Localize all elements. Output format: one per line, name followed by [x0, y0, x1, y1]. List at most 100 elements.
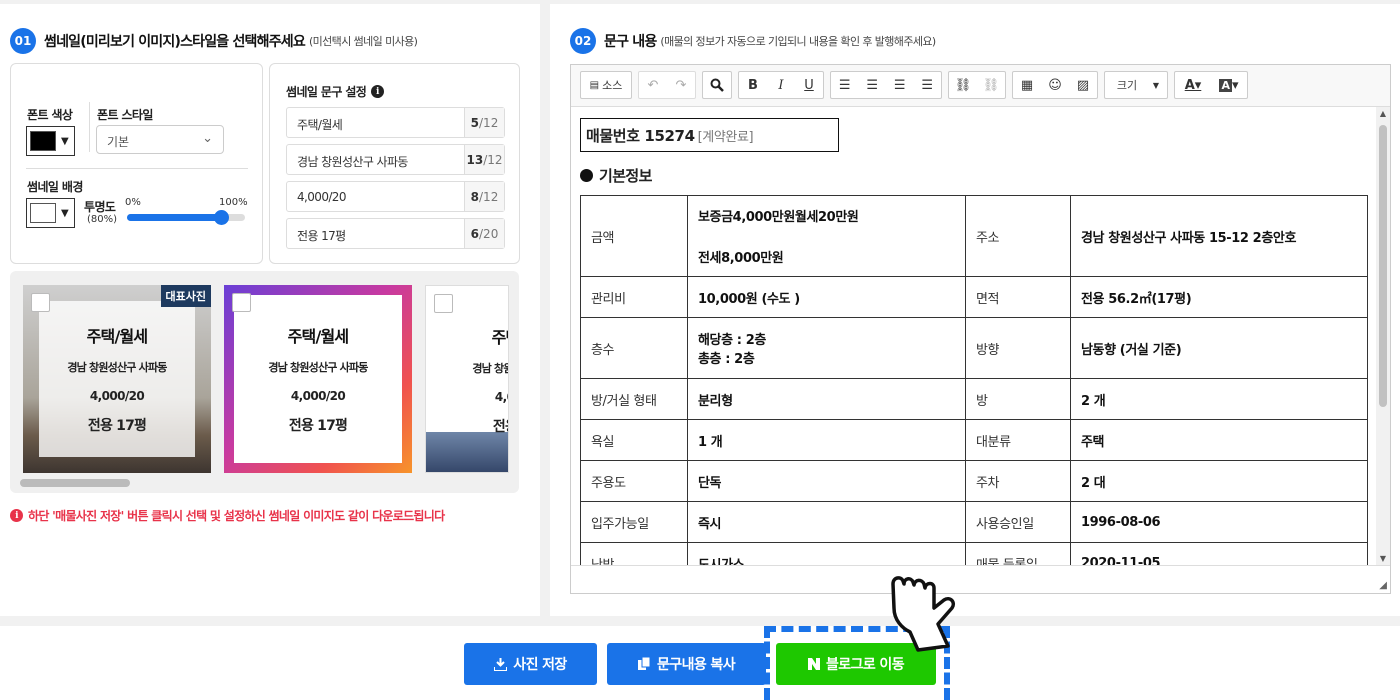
step2-note: (매물의 정보가 자동으로 기입되니 내용을 확인 후 발행해주세요)	[660, 35, 936, 48]
download-notice: i 하단 '매물사진 저장' 버튼 클릭시 선택 및 설정하신 썸네일 이미지도…	[10, 507, 445, 524]
scroll-down-icon[interactable]: ▼	[1376, 554, 1390, 563]
thumbnail-card-city[interactable]: 주택/월세 경남 창원성산구 사파동 4,000/20 전용 17평	[425, 285, 509, 473]
bullet-icon	[580, 169, 593, 182]
table-value: 10,000원 (수도 )	[687, 276, 966, 318]
divider	[26, 168, 248, 169]
notice-text: 하단 '매물사진 저장' 버튼 클릭시 선택 및 설정하신 썸네일 이미지도 같…	[28, 509, 445, 523]
align-group: ☰ ☰ ☰ ☰	[830, 71, 942, 99]
table-key: 입주가능일	[580, 501, 688, 543]
table-value: 해당층 : 2층 총층 : 2층	[687, 317, 966, 379]
opacity-slider-fill	[127, 214, 222, 221]
font-size-select[interactable]: 크기 ▼	[1104, 71, 1168, 99]
table-value: 전용 56.2㎡(17평)	[1070, 276, 1368, 318]
emoji-icon[interactable]: ☺	[1041, 72, 1069, 98]
font-color-picker[interactable]: ▼	[26, 126, 75, 156]
find-button[interactable]	[702, 71, 732, 99]
link-icon[interactable]: ⛓	[949, 72, 977, 98]
text-input[interactable]: 전용 17평	[287, 219, 464, 248]
caret-down-icon: ▼	[61, 135, 69, 147]
table-value: 남동향 (거실 기준)	[1070, 317, 1368, 379]
thumbnail-card-gradient[interactable]: 주택/월세 경남 창원성산구 사파동 4,000/20 전용 17평	[224, 285, 412, 473]
thumbnail-checkbox[interactable]	[232, 293, 251, 312]
editor-scrollbar[interactable]: ▲ ▼	[1376, 107, 1390, 565]
resize-handle-icon[interactable]: ◢	[1379, 580, 1387, 591]
underline-icon[interactable]: U	[795, 72, 823, 98]
text-row-2[interactable]: 경남 창원성산구 사파동 13/12	[286, 144, 505, 175]
text-settings-box: 썸네일 문구 설정 i 주택/월세 5/12 경남 창원성산구 사파동 13/1…	[269, 63, 520, 264]
thumb-area: 전용 17평	[288, 418, 348, 434]
thumbnail-text-overlay: 주택/월세 경남 창원성산구 사파동 4,000/20 전용 17평	[234, 295, 402, 463]
table-key: 난방	[580, 542, 688, 565]
link-group: ⛓ ⛓	[948, 71, 1006, 99]
info-icon[interactable]: i	[371, 85, 385, 98]
editor-content[interactable]: 매물번호 15274 [계약완료] 기본정보 금액 보증금4,000만원월세20만…	[571, 107, 1376, 565]
text-row-1[interactable]: 주택/월세 5/12	[286, 107, 505, 138]
divider	[89, 102, 90, 152]
table-value: 분리형	[687, 378, 966, 420]
editor-statusbar: ◢	[571, 565, 1390, 593]
table-key: 면적	[965, 276, 1071, 318]
thumbnail-carousel[interactable]: 대표사진 주택/월세 경남 창원성산구 사파동 4,000/20 전용 17평 …	[10, 271, 519, 493]
table-value: 1 개	[687, 419, 966, 461]
align-justify-icon[interactable]: ☰	[914, 72, 942, 98]
unlink-icon[interactable]: ⛓	[977, 72, 1005, 98]
background-color-icon[interactable]: A ▾	[1211, 72, 1247, 98]
chevron-down-icon: ⌄	[202, 131, 213, 146]
history-group: ↶ ↷	[638, 71, 696, 99]
text-input[interactable]: 4,000/20	[287, 182, 464, 211]
text-row-3[interactable]: 4,000/20 8/12	[286, 181, 505, 212]
thumbnail-text-overlay: 주택/월세 경남 창원성산구 사파동 4,000/20 전용 17평	[426, 302, 508, 456]
thumb-location: 경남 창원성산구 사파동	[268, 361, 368, 374]
table-row: 관리비 10,000원 (수도 ) 면적 전용 56.2㎡(17평)	[580, 276, 1368, 318]
save-photo-button[interactable]: 사진 저장	[464, 643, 597, 685]
representative-badge: 대표사진	[160, 285, 211, 307]
align-center-icon[interactable]: ☰	[859, 72, 887, 98]
scroll-up-icon[interactable]: ▲	[1376, 109, 1390, 118]
char-counter: 13/12	[464, 145, 504, 174]
caret-down-icon: ▼	[61, 207, 69, 219]
rich-text-editor[interactable]: ▤ 소스 ↶ ↷ B I U ☰ ☰ ☰ ☰ ⛓ ⛓ ▦ ☺ ▨ 크기 ▼ A▾…	[570, 64, 1391, 594]
text-input[interactable]: 주택/월세	[287, 108, 464, 137]
undo-icon[interactable]: ↶	[639, 72, 667, 98]
thumbnail-checkbox[interactable]	[434, 294, 453, 313]
table-row: 주용도 단독 주차 2 대	[580, 460, 1368, 502]
redo-icon[interactable]: ↷	[667, 72, 695, 98]
table-icon[interactable]: ▦	[1013, 72, 1041, 98]
align-right-icon[interactable]: ☰	[886, 72, 914, 98]
font-style-select[interactable]: 기본 ⌄	[96, 125, 224, 154]
naver-logo-icon	[808, 658, 821, 670]
text-row-4[interactable]: 전용 17평 6/20	[286, 218, 505, 249]
thumbnail-card-photo[interactable]: 대표사진 주택/월세 경남 창원성산구 사파동 4,000/20 전용 17평	[23, 285, 211, 473]
bg-color-picker[interactable]: ▼	[26, 198, 75, 228]
carousel-scrollbar[interactable]	[20, 479, 130, 487]
image-icon[interactable]: ▨	[1069, 72, 1097, 98]
char-counter: 5/12	[464, 108, 504, 137]
thumbnail-style-panel: 01 썸네일(미리보기 이미지)스타일을 선택해주세요 (미선택시 썸네일 미사…	[0, 4, 540, 616]
table-value: 주택	[1070, 419, 1368, 461]
listing-id: 매물번호 15274	[586, 127, 695, 145]
source-icon: ▤	[589, 79, 600, 91]
source-button[interactable]: ▤ 소스	[580, 71, 632, 99]
text-color-icon[interactable]: A▾	[1175, 72, 1211, 98]
text-input[interactable]: 경남 창원성산구 사파동	[287, 145, 464, 174]
section-title: 기본정보	[599, 167, 652, 185]
italic-icon[interactable]: I	[767, 72, 795, 98]
caret-down-icon: ▼	[1152, 80, 1160, 90]
scrollbar-thumb[interactable]	[1379, 125, 1387, 407]
text-settings-header: 썸네일 문구 설정 i	[286, 83, 389, 100]
thumb-title: 주택/월세	[491, 328, 508, 347]
thumbnail-checkbox[interactable]	[31, 293, 50, 312]
table-value: 경남 창원성산구 사파동 15-12 2층안호	[1070, 195, 1368, 277]
thumb-title: 주택/월세	[287, 327, 350, 346]
opacity-max: 100%	[219, 197, 248, 208]
table-value: 즉시	[687, 501, 966, 543]
bold-icon[interactable]: B	[739, 72, 767, 98]
align-left-icon[interactable]: ☰	[831, 72, 859, 98]
step2-number: 02	[570, 28, 596, 54]
copy-text-button[interactable]: 문구내용 복사	[607, 643, 766, 685]
opacity-label: 투명도	[84, 200, 116, 214]
thumb-price: 4,000/20	[89, 389, 145, 403]
opacity-slider[interactable]	[127, 210, 245, 225]
step1-note: (미선택시 썸네일 미사용)	[308, 35, 418, 48]
table-key: 주차	[965, 460, 1071, 502]
